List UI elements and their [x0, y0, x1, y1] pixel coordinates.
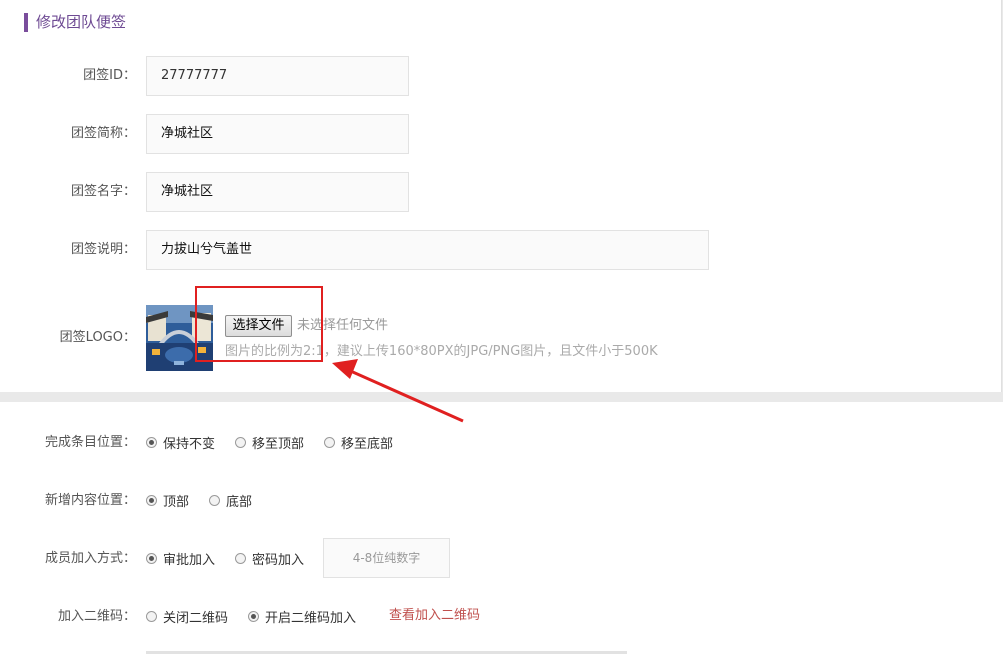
radio-dot[interactable]	[324, 436, 336, 448]
logo-label: 团签LOGO：	[59, 330, 136, 345]
name-field[interactable]: 净城社区	[146, 172, 409, 212]
annotation-highlight-box	[195, 286, 323, 362]
title-accent-bar	[24, 13, 28, 32]
short-name-field[interactable]: 净城社区	[146, 114, 409, 154]
radio-approval-join[interactable]: 审批加入	[146, 549, 215, 568]
page-title: 修改团队便签	[36, 13, 127, 31]
radio-open-qr[interactable]: 开启二维码加入	[248, 607, 356, 626]
annotation-arrow-icon	[332, 359, 464, 423]
radio-dot-selected[interactable]	[248, 610, 260, 622]
radio-move-bottom[interactable]: 移至底部	[324, 433, 393, 452]
join-qr-label: 加入二维码：	[57, 609, 136, 624]
name-label: 团签名字：	[70, 184, 136, 199]
view-join-qr-link[interactable]: 查看加入二维码	[389, 606, 480, 626]
radio-dot[interactable]	[146, 610, 157, 622]
new-content-position-radio-group: 顶部 底部	[146, 490, 272, 510]
radio-dot[interactable]	[235, 436, 247, 448]
radio-bottom[interactable]: 底部	[209, 491, 252, 510]
radio-keep-unchanged[interactable]: 保持不变	[146, 433, 215, 452]
id-field[interactable]: 27777777	[146, 56, 409, 96]
radio-dot[interactable]	[209, 494, 221, 506]
complete-position-label: 完成条目位置：	[44, 435, 136, 450]
short-name-label: 团签简称：	[70, 126, 136, 141]
join-method-radio-group: 审批加入 密码加入	[146, 548, 324, 568]
radio-password-join[interactable]: 密码加入	[235, 549, 304, 568]
radio-move-top[interactable]: 移至顶部	[235, 433, 304, 452]
id-label: 团签ID：	[83, 68, 136, 83]
radio-dot-selected[interactable]	[146, 436, 157, 448]
join-method-label: 成员加入方式：	[44, 551, 136, 566]
join-qr-radio-group: 关闭二维码 开启二维码加入	[146, 606, 376, 626]
description-label: 团签说明：	[70, 242, 136, 257]
complete-position-radio-group: 保持不变 移至顶部 移至底部	[146, 432, 413, 452]
join-password-input[interactable]: 4-8位纯数字	[323, 538, 450, 578]
radio-close-qr[interactable]: 关闭二维码	[146, 607, 228, 626]
radio-dot-selected[interactable]	[146, 494, 157, 506]
radio-dot[interactable]	[235, 552, 247, 564]
new-content-position-label: 新增内容位置：	[44, 493, 136, 508]
description-field[interactable]: 力拔山兮气盖世	[146, 230, 709, 270]
radio-dot-selected[interactable]	[146, 552, 157, 564]
radio-top[interactable]: 顶部	[146, 491, 189, 510]
